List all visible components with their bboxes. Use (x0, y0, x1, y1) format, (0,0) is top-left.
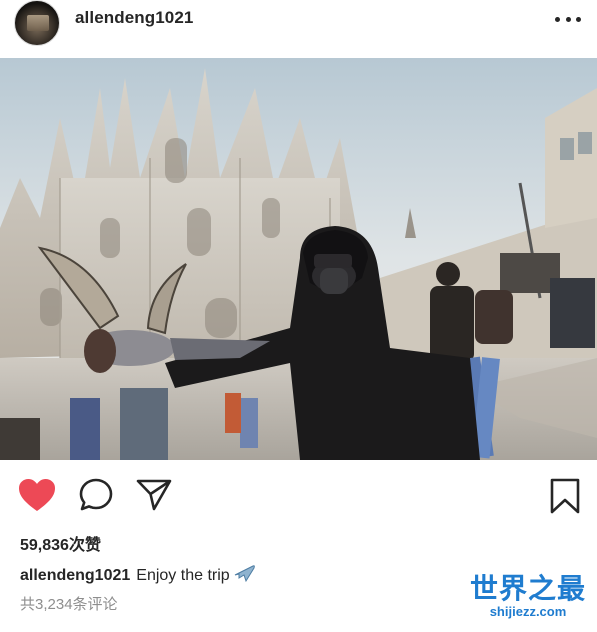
comment-bubble-icon[interactable] (79, 478, 113, 512)
post-photo[interactable] (0, 58, 597, 460)
site-watermark: 世界之最 shijiezz.com (469, 574, 587, 620)
post-header: allendeng1021 (0, 0, 597, 58)
airplane-emoji-icon (233, 563, 255, 588)
likes-count[interactable]: 59,836次赞 (20, 531, 101, 555)
caption-username[interactable]: allendeng1021 (20, 567, 130, 584)
watermark-cn: 世界之最 (469, 572, 586, 605)
caption: allendeng1021 Enjoy the trip (20, 563, 255, 588)
view-comments-link[interactable]: 共3,234条评论 (20, 593, 118, 614)
heart-icon[interactable] (18, 478, 56, 512)
more-dots-icon[interactable] (555, 6, 581, 32)
watermark-en: shijiezz.com (489, 604, 567, 619)
avatar[interactable] (14, 0, 60, 46)
action-bar (0, 470, 597, 520)
caption-text: Enjoy the trip (136, 567, 230, 584)
post-username[interactable]: allendeng1021 (75, 8, 193, 28)
paper-plane-icon[interactable] (136, 478, 172, 512)
bookmark-icon[interactable] (549, 478, 581, 514)
